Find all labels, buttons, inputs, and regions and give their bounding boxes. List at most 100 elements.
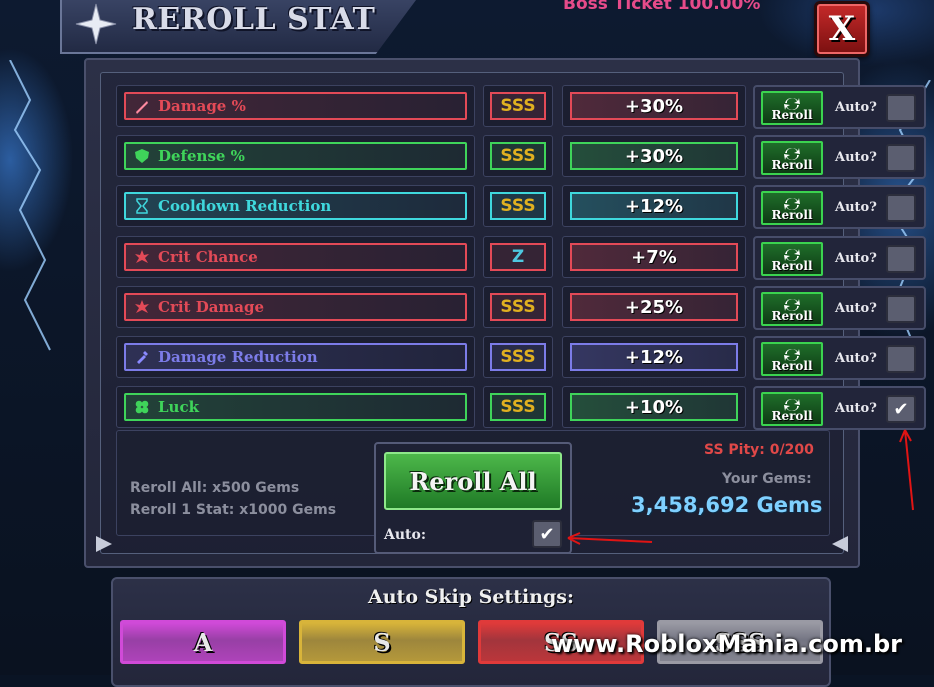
stat-row: Luck SSS +10% Reroll Auto? ✔ (116, 386, 926, 430)
stat-tier: SSS (490, 343, 546, 371)
refresh-icon (784, 298, 800, 312)
skip-a-button[interactable]: A (120, 620, 286, 664)
value-box: +30% (562, 85, 746, 127)
stat-name-label: Defense % (158, 147, 245, 165)
auto-checkbox[interactable]: ✔ (886, 395, 916, 423)
stat-name: Crit Damage (124, 293, 467, 321)
reroll-control: Reroll Auto? (753, 135, 926, 179)
stat-name-label: Crit Chance (158, 248, 258, 266)
lightning-left (9, 60, 51, 351)
stat-row: Cooldown Reduction SSS +12% Reroll Auto? (116, 185, 926, 229)
auto-label: Auto? (835, 200, 877, 215)
tier-box: SSS (483, 336, 553, 378)
ss-pity: SS Pity: 0/200 (704, 442, 814, 458)
stat-name: Damage % (124, 92, 467, 120)
stat-value: +12% (570, 192, 738, 220)
value-box: +25% (562, 286, 746, 328)
stat-tier: SSS (490, 393, 546, 421)
reroll-control: Reroll Auto? (753, 236, 926, 280)
reroll-button[interactable]: Reroll (761, 242, 823, 276)
reroll-control: Reroll Auto? (753, 85, 926, 129)
reroll-one-cost: Reroll 1 Stat: x1000 Gems (130, 502, 337, 518)
stat-tier: Z (490, 243, 546, 271)
reroll-all-cost: Reroll All: x500 Gems (130, 480, 300, 496)
stat-tier: SSS (490, 293, 546, 321)
stat-name: Damage Reduction (124, 343, 467, 371)
stat-value: +30% (570, 142, 738, 170)
stat-name-label: Luck (158, 398, 199, 416)
auto-label: Auto? (835, 100, 877, 115)
auto-checkbox[interactable] (886, 194, 916, 222)
refresh-icon (784, 197, 800, 211)
stat-box: Crit Chance (116, 236, 475, 278)
stat-row: Defense % SSS +30% Reroll Auto? (116, 135, 926, 179)
potion-icon (137, 351, 148, 364)
boss-ticket-text: Boss Ticket 100.00% (563, 0, 761, 14)
auto-checkbox[interactable] (886, 144, 916, 172)
crit-icon (135, 300, 149, 313)
reroll-all-button[interactable]: Reroll All (384, 452, 562, 510)
clover-icon (135, 400, 149, 414)
stat-name-label: Crit Damage (158, 298, 265, 316)
corner-ornament-left (96, 536, 112, 552)
reroll-button[interactable]: Reroll (761, 292, 823, 326)
auto-checkbox[interactable] (886, 345, 916, 373)
close-button[interactable]: X (814, 1, 870, 57)
tier-box: Z (483, 236, 553, 278)
tier-box: SSS (483, 286, 553, 328)
auto-label: Auto? (835, 150, 877, 165)
gems-value: 3,458,692 Gems (631, 493, 823, 517)
reroll-button[interactable]: Reroll (761, 141, 823, 175)
refresh-icon (784, 348, 800, 362)
reroll-button[interactable]: Reroll (761, 392, 823, 426)
reroll-button[interactable]: Reroll (761, 91, 823, 125)
skip-s-button[interactable]: S (299, 620, 465, 664)
reroll-control: Reroll Auto? (753, 336, 926, 380)
reroll-button[interactable]: Reroll (761, 191, 823, 225)
value-box: +12% (562, 336, 746, 378)
checkmark-icon: ✔ (539, 523, 555, 544)
auto-checkbox[interactable] (886, 245, 916, 273)
value-box: +10% (562, 386, 746, 428)
stat-box: Luck (116, 386, 475, 428)
shield-icon (135, 149, 149, 163)
reroll-all-auto-label: Auto: (384, 527, 427, 543)
stat-name: Defense % (124, 142, 467, 170)
auto-checkbox[interactable] (886, 94, 916, 122)
stat-value: +7% (570, 243, 738, 271)
stat-name-label: Cooldown Reduction (158, 197, 332, 215)
stat-value: +25% (570, 293, 738, 321)
stat-value: +12% (570, 343, 738, 371)
reroll-control: Reroll Auto? (753, 286, 926, 330)
stat-name-label: Damage % (158, 97, 246, 115)
stat-row: Crit Chance Z +7% Reroll Auto? (116, 236, 926, 280)
stat-name-label: Damage Reduction (158, 348, 318, 366)
stat-name: Cooldown Reduction (124, 192, 467, 220)
crit-icon (135, 250, 149, 263)
reroll-all-auto-checkbox[interactable]: ✔ (532, 520, 562, 548)
auto-checkbox[interactable] (886, 295, 916, 323)
auto-label: Auto? (835, 301, 877, 316)
refresh-icon (784, 97, 800, 111)
value-box: +7% (562, 236, 746, 278)
reroll-button[interactable]: Reroll (761, 342, 823, 376)
reroll-control: Reroll Auto? (753, 185, 926, 229)
annotation-arrow-bottom (567, 532, 653, 545)
auto-label: Auto? (835, 251, 877, 266)
star-icon (75, 3, 117, 45)
stat-tier: SSS (490, 92, 546, 120)
value-box: +30% (562, 135, 746, 177)
refresh-icon (784, 248, 800, 262)
checkmark-icon: ✔ (893, 398, 909, 419)
stat-row: Damage Reduction SSS +12% Reroll Auto? (116, 336, 926, 380)
auto-label: Auto? (835, 351, 877, 366)
corner-ornament-right (832, 536, 848, 552)
stat-row: Crit Damage SSS +25% Reroll Auto? (116, 286, 926, 330)
tier-box: SSS (483, 85, 553, 127)
stat-name: Luck (124, 393, 467, 421)
stat-box: Crit Damage (116, 286, 475, 328)
page-title: REROLL STAT (132, 2, 376, 37)
stat-box: Damage Reduction (116, 336, 475, 378)
refresh-icon (784, 147, 800, 161)
tier-box: SSS (483, 185, 553, 227)
